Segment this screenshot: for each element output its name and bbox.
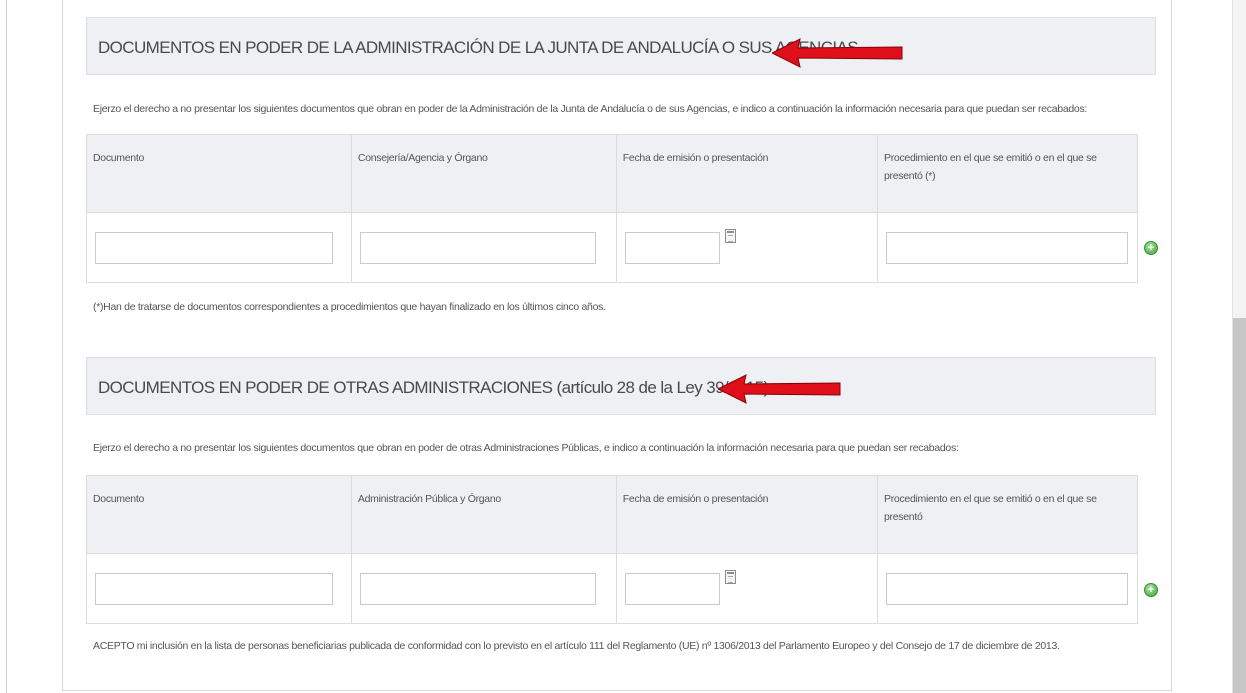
arrow-left-icon [718,374,841,404]
arrow-left-icon [772,38,903,68]
column-header-fecha: Fecha de emisión o presentación [615,475,879,554]
cell-procedimiento [877,553,1138,624]
acepto-statement: ACEPTO mi inclusión en la lista de perso… [93,640,1060,652]
section-title-otras: DOCUMENTOS EN PODER DE OTRAS ADMINISTRAC… [98,378,769,397]
organo-input[interactable] [359,231,596,264]
section-title-junta: DOCUMENTOS EN PODER DE LA ADMINISTRACIÓN… [98,38,859,57]
cell-documento [86,212,352,283]
add-row-icon: + [1147,242,1155,254]
procedimiento-input[interactable] [886,572,1129,605]
fecha-input[interactable] [624,231,720,264]
column-header-organo: Administración Pública y Órgano [350,475,617,554]
section-note-junta: (*)Han de tratarse de documentos corresp… [93,301,606,313]
procedimiento-input[interactable] [886,231,1129,264]
organo-input[interactable] [359,572,596,605]
documents-table-junta: Documento Consejería/Agencia y Órgano Fe… [86,134,1138,283]
scrollbar-thumb[interactable] [1233,318,1246,693]
add-row-button-otras[interactable]: + [1144,583,1158,597]
cell-organo [350,553,617,624]
cell-procedimiento [877,212,1138,283]
cell-fecha [615,553,879,624]
page-left-border [6,0,7,693]
documento-input[interactable] [95,231,333,264]
cell-organo [350,212,617,283]
column-header-organo: Consejería/Agencia y Órgano [350,134,617,213]
add-row-button-junta[interactable]: + [1144,241,1158,255]
documents-table-otras: Documento Administración Pública y Órgan… [86,475,1138,624]
cell-fecha [615,212,879,283]
table-header-row: Documento Administración Pública y Órgan… [86,475,1138,554]
column-header-procedimiento: Procedimiento en el que se emitió o en e… [877,475,1138,554]
column-header-documento: Documento [86,134,352,213]
section-intro-junta: Ejerzo el derecho a no presentar los sig… [93,103,1088,115]
column-header-procedimiento: Procedimiento en el que se emitió o en e… [877,134,1138,213]
table-row [86,553,1138,624]
cell-documento [86,553,352,624]
column-header-documento: Documento [86,475,352,554]
section-intro-otras: Ejerzo el derecho a no presentar los sig… [93,442,959,454]
calendar-icon[interactable] [724,229,736,243]
fecha-input[interactable] [624,572,720,605]
table-row [86,212,1138,283]
section-header-junta: DOCUMENTOS EN PODER DE LA ADMINISTRACIÓN… [86,17,1156,75]
add-row-icon: + [1147,584,1155,596]
documento-input[interactable] [95,572,333,605]
section-header-otras: DOCUMENTOS EN PODER DE OTRAS ADMINISTRAC… [86,357,1156,415]
table-header-row: Documento Consejería/Agencia y Órgano Fe… [86,134,1138,213]
calendar-icon[interactable] [724,570,736,584]
column-header-fecha: Fecha de emisión o presentación [615,134,879,213]
